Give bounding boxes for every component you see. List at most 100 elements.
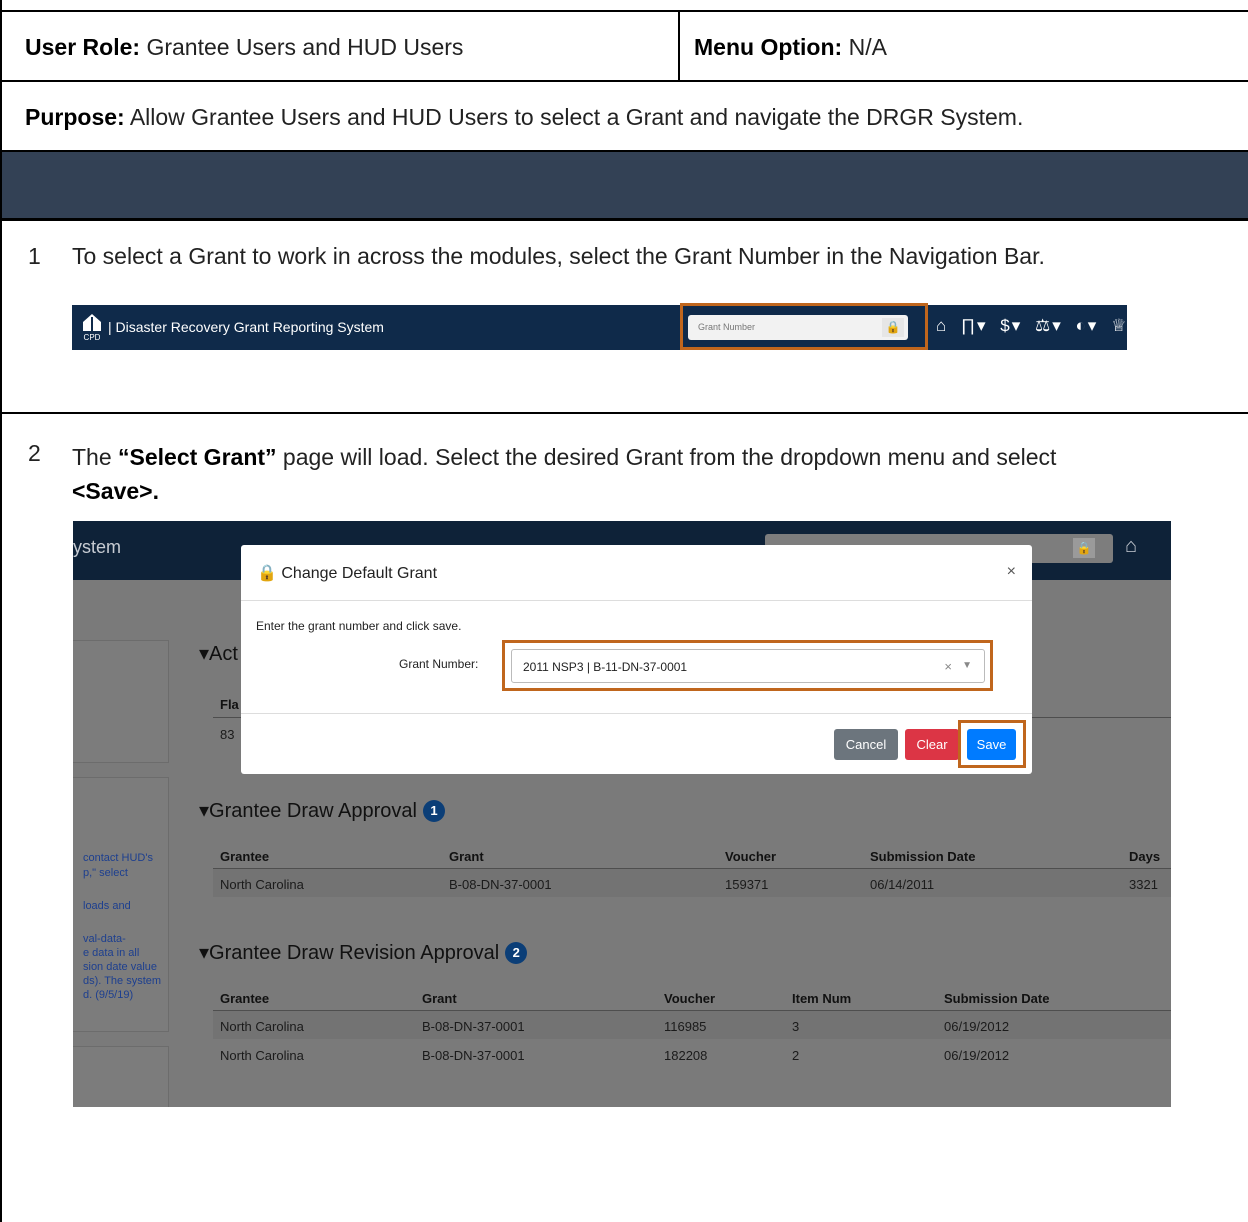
draw-revision-title[interactable]: ▾Grantee Draw Revision Approval 2: [199, 940, 528, 965]
user-icon[interactable]: ♟▾: [1152, 316, 1180, 335]
step-2-save-ref: <Save>.: [72, 478, 159, 504]
draw-approval-header-submission-date[interactable]: Submission Date: [870, 849, 975, 864]
step-2-page-name: “Select Grant”: [118, 444, 277, 470]
step-1-row: 1 To select a Grant to work in across th…: [2, 219, 1248, 416]
save-button-highlight: [958, 720, 1026, 768]
draw-revision-header-grantee[interactable]: Grantee: [220, 991, 269, 1006]
user-role-label: User Role:: [25, 34, 141, 60]
modal-title-text: Change Default Grant: [281, 565, 438, 582]
user-role: User Role: Grantee Users and HUD Users: [25, 34, 463, 61]
procedure-document: User Role: Grantee Users and HUD Users M…: [0, 0, 1248, 1222]
grant-number-highlight: [680, 303, 928, 350]
home-icon[interactable]: ⌂: [936, 316, 948, 335]
table-cell: B-08-DN-37-0001: [422, 1019, 525, 1034]
modal-footer-divider: [241, 713, 1032, 714]
purpose-row: Purpose: Allow Grantee Users and HUD Use…: [2, 80, 1248, 152]
draw-revision-header-submission-date[interactable]: Submission Date: [944, 991, 1049, 1006]
user-role-row: User Role: Grantee Users and HUD Users M…: [2, 10, 1248, 82]
cancel-button[interactable]: Cancel: [834, 729, 898, 760]
table-cell: North Carolina: [220, 1019, 304, 1034]
modal-hint: Enter the grant number and click save.: [256, 619, 462, 633]
draw-approval-title[interactable]: ▾Grantee Draw Approval 1: [199, 798, 445, 823]
modal-title: 🔒 Change Default Grant: [257, 563, 437, 583]
side-link-5[interactable]: e data in all: [83, 946, 139, 960]
table-cell: 2: [792, 1048, 800, 1063]
top-lock-icon: 🔒: [1073, 538, 1095, 558]
draw-approval-badge: 1: [422, 800, 445, 822]
top-home-icon[interactable]: ⌂: [1125, 535, 1137, 558]
logo-text: CPD: [84, 333, 101, 341]
side-panel-1: [73, 640, 169, 763]
partial-section-text: Act: [209, 643, 238, 665]
table-cell: B-08-DN-37-0001: [422, 1048, 525, 1063]
draw-approval-header-voucher[interactable]: Voucher: [725, 849, 776, 864]
modal-header-divider: [241, 600, 1032, 601]
table-cell: 06/19/2012: [944, 1048, 1010, 1063]
partial-section-title: ▾Act: [199, 643, 238, 665]
step-2-text-post: page will load. Select the desired Grant…: [276, 444, 1057, 470]
partial-cell: 83: [220, 727, 235, 742]
side-link-3[interactable]: loads and: [83, 899, 131, 913]
side-panel-3: [73, 1046, 169, 1107]
table-cell: 182208: [664, 1048, 708, 1063]
side-link-1[interactable]: contact HUD's: [83, 851, 153, 865]
navbar-title: | Disaster Recovery Grant Reporting Syst…: [108, 319, 384, 335]
select-grant-screenshot: ystem 🔒 ⌂ contact HUD's p," select loads…: [73, 521, 1171, 1107]
table-cell: B-08-DN-37-0001: [449, 877, 552, 892]
clear-button[interactable]: Clear: [905, 729, 959, 760]
table-cell: 06/19/2012: [944, 1019, 1010, 1034]
dollar-icon[interactable]: $▾: [1000, 316, 1022, 335]
table-cell: 116985: [664, 1019, 707, 1034]
system-title: ystem: [73, 537, 122, 557]
draw-approval-header-grantee[interactable]: Grantee: [220, 849, 269, 864]
draw-approval-title-text: Grantee Draw Approval: [209, 800, 417, 822]
table-cell: 06/14/2011: [870, 877, 935, 892]
table-cell: North Carolina: [220, 877, 304, 892]
side-link-4[interactable]: val-data-: [83, 932, 126, 946]
step-2-text-pre: The: [72, 444, 119, 470]
navbar-screenshot: CPD | Disaster Recovery Grant Reporting …: [72, 303, 1177, 350]
menu-option-value: N/A: [848, 34, 887, 60]
step-1-number: 1: [28, 243, 41, 269]
user-role-value: Grantee Users and HUD Users: [146, 34, 464, 60]
close-icon[interactable]: ×: [1007, 563, 1016, 581]
table-cell: 159371: [725, 877, 769, 892]
partial-header: Fla: [220, 697, 239, 712]
lock-icon: 🔒: [257, 565, 277, 582]
cpd-logo-icon: CPD: [83, 314, 101, 341]
step-1-text: To select a Grant to work in across the …: [72, 243, 1045, 269]
menu-option-label: Menu Option:: [694, 34, 843, 60]
draw-revision-title-text: Grantee Draw Revision Approval: [209, 942, 500, 964]
table-cell: 3321: [1129, 877, 1158, 892]
purpose: Purpose: Allow Grantee Users and HUD Use…: [25, 104, 1023, 131]
navbar-icons: ⌂ ∏▾ $▾ ⚖▾ ◐▾ ♕▾ ♟▾: [936, 316, 1185, 336]
draw-revision-header-grant[interactable]: Grant: [422, 991, 457, 1006]
navbar-title-text: Disaster Recovery Grant Reporting System: [115, 319, 384, 335]
grant-number-label: Grant Number:: [399, 657, 479, 671]
scale-icon[interactable]: ⚖▾: [1035, 316, 1063, 335]
grant-select-highlight: [502, 640, 993, 691]
draw-revision-header-item-num[interactable]: Item Num: [792, 991, 851, 1006]
change-default-grant-modal: 🔒 Change Default Grant × Enter the grant…: [241, 545, 1032, 774]
side-link-8[interactable]: d. (9/5/19): [83, 988, 133, 1002]
side-link-6[interactable]: sion date value: [83, 960, 157, 974]
side-link-7[interactable]: ds). The system: [83, 974, 161, 988]
step-2-row: 2 The “Select Grant” page will load. Sel…: [2, 412, 1248, 1222]
bank-icon[interactable]: ∏▾: [961, 316, 988, 335]
step-2-text: The “Select Grant” page will load. Selec…: [72, 440, 1232, 508]
draw-revision-badge: 2: [505, 942, 528, 964]
menu-option: Menu Option: N/A: [694, 34, 887, 61]
crown-icon[interactable]: ♕▾: [1111, 316, 1139, 335]
cell-divider: [678, 12, 680, 82]
draw-approval-header-days[interactable]: Days: [1129, 849, 1160, 864]
purpose-label: Purpose:: [25, 104, 125, 130]
pie-chart-icon[interactable]: ◐▾: [1076, 316, 1099, 335]
table-cell: 3: [792, 1019, 800, 1034]
section-band: [2, 150, 1248, 220]
table-row[interactable]: [213, 869, 1171, 897]
side-link-2[interactable]: p," select: [83, 866, 128, 880]
purpose-text: Allow Grantee Users and HUD Users to sel…: [129, 104, 1024, 130]
step-2-number: 2: [28, 440, 41, 466]
draw-approval-header-grant[interactable]: Grant: [449, 849, 484, 864]
draw-revision-header-voucher[interactable]: Voucher: [664, 991, 715, 1006]
